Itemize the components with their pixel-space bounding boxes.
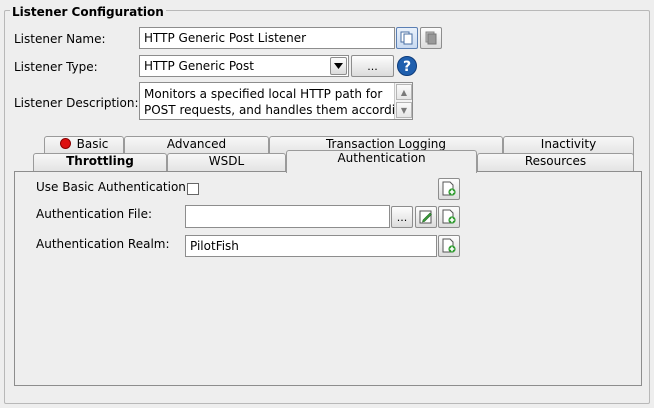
description-line-2: POST requests, and handles them accordin… xyxy=(144,103,411,117)
auth-realm-add-button[interactable] xyxy=(438,235,460,257)
tab-resources[interactable]: Resources xyxy=(477,153,634,172)
auth-file-add-button[interactable] xyxy=(438,206,460,228)
paste-button[interactable] xyxy=(420,27,442,49)
tab-wsdl[interactable]: WSDL xyxy=(167,153,286,172)
listener-name-input[interactable]: HTTP Generic Post Listener xyxy=(139,27,395,49)
description-line-1: Monitors a specified local HTTP path for xyxy=(144,87,383,101)
add-page-icon xyxy=(442,181,456,196)
scroll-up-icon[interactable]: ▲ xyxy=(396,84,412,100)
dropdown-button[interactable] xyxy=(330,57,347,75)
tab-authentication[interactable]: Authentication xyxy=(286,150,477,173)
group-title: Listener Configuration xyxy=(10,5,166,19)
copy-button[interactable] xyxy=(396,27,418,49)
listener-name-label: Listener Name: xyxy=(14,32,106,46)
tab-basic-label: Basic xyxy=(76,137,109,151)
auth-file-label: Authentication File: xyxy=(36,207,153,221)
paste-icon xyxy=(425,31,437,45)
auth-realm-label: Authentication Realm: xyxy=(36,237,170,251)
help-button[interactable]: ? xyxy=(397,56,417,76)
basic-auth-label: Use Basic Authentication: xyxy=(36,180,190,194)
copy-icon xyxy=(400,31,413,45)
basic-auth-add-button[interactable] xyxy=(438,178,460,200)
scroll-down-icon[interactable]: ▼ xyxy=(396,102,412,118)
listener-description-textarea[interactable]: Monitors a specified local HTTP path for… xyxy=(139,82,413,120)
add-page-icon xyxy=(442,238,456,253)
chevron-down-icon xyxy=(334,63,343,69)
listener-type-select[interactable]: HTTP Generic Post xyxy=(139,55,349,77)
description-scrollbar[interactable]: ▲ ▼ xyxy=(394,83,412,119)
tab-throttling[interactable]: Throttling xyxy=(33,153,167,172)
authentication-panel xyxy=(14,171,642,386)
auth-file-browse-button[interactable]: ... xyxy=(391,206,413,228)
svg-text:?: ? xyxy=(403,59,411,75)
help-icon: ? xyxy=(397,56,417,76)
listener-type-label: Listener Type: xyxy=(14,60,98,74)
status-dot-icon xyxy=(59,138,71,149)
listener-description-label: Listener Description: xyxy=(14,96,139,110)
basic-auth-checkbox[interactable] xyxy=(187,183,199,195)
auth-file-edit-button[interactable] xyxy=(415,206,437,228)
edit-icon xyxy=(419,210,432,224)
auth-file-input[interactable] xyxy=(185,205,390,228)
auth-realm-input[interactable]: PilotFish xyxy=(185,235,437,257)
add-page-icon xyxy=(442,209,456,224)
type-browse-button[interactable]: ... xyxy=(351,55,394,77)
